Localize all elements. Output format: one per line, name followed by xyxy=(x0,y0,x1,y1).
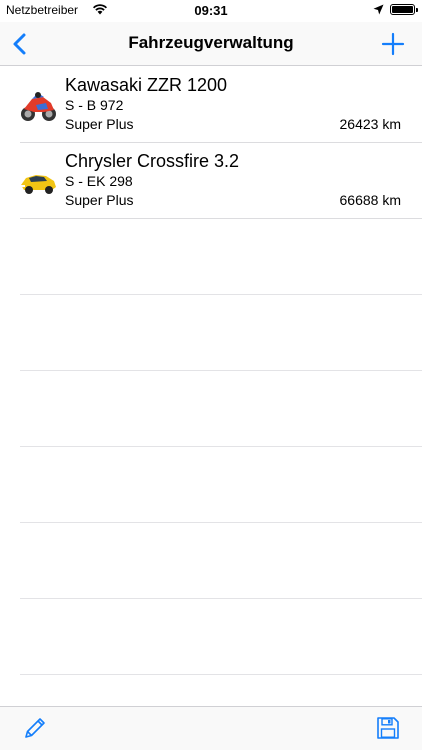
navigation-bar: Fahrzeugverwaltung xyxy=(0,22,422,66)
empty-row xyxy=(20,447,422,523)
battery-icon xyxy=(390,4,418,15)
vehicle-name: Kawasaki ZZR 1200 xyxy=(65,75,228,95)
vehicle-fuel: Super Plus xyxy=(65,116,134,132)
floppy-disk-icon xyxy=(377,717,399,739)
clock: 09:31 xyxy=(194,3,228,18)
save-button[interactable] xyxy=(375,715,401,741)
motorcycle-icon xyxy=(21,92,56,121)
empty-row xyxy=(20,295,422,371)
add-vehicle-button[interactable] xyxy=(380,31,406,57)
car-icon xyxy=(21,175,56,194)
status-bar: Netzbetreiber 09:31 xyxy=(0,0,422,22)
plus-icon xyxy=(381,32,405,56)
vehicle-name: Chrysler Crossfire 3.2 xyxy=(65,151,240,171)
vehicle-fuel: Super Plus xyxy=(65,192,134,208)
empty-row xyxy=(20,219,422,295)
empty-row xyxy=(20,599,422,675)
vehicle-row[interactable]: Kawasaki ZZR 1200 S - B 972 Super Plus 2… xyxy=(20,67,422,143)
vehicle-list: Kawasaki ZZR 1200 S - B 972 Super Plus 2… xyxy=(0,67,422,675)
page-title: Fahrzeugverwaltung xyxy=(128,33,294,52)
vehicle-mileage: 26423 km xyxy=(339,116,401,132)
pencil-icon xyxy=(25,718,45,738)
vehicle-plate: S - EK 298 xyxy=(65,173,133,189)
empty-row xyxy=(20,371,422,447)
bottom-toolbar xyxy=(0,706,422,750)
location-arrow-icon xyxy=(373,4,384,15)
empty-row xyxy=(20,523,422,599)
edit-button[interactable] xyxy=(22,715,48,741)
vehicle-plate: S - B 972 xyxy=(65,97,124,113)
vehicle-row[interactable]: Chrysler Crossfire 3.2 S - EK 298 Super … xyxy=(20,143,422,219)
vehicle-mileage: 66688 km xyxy=(339,192,401,208)
